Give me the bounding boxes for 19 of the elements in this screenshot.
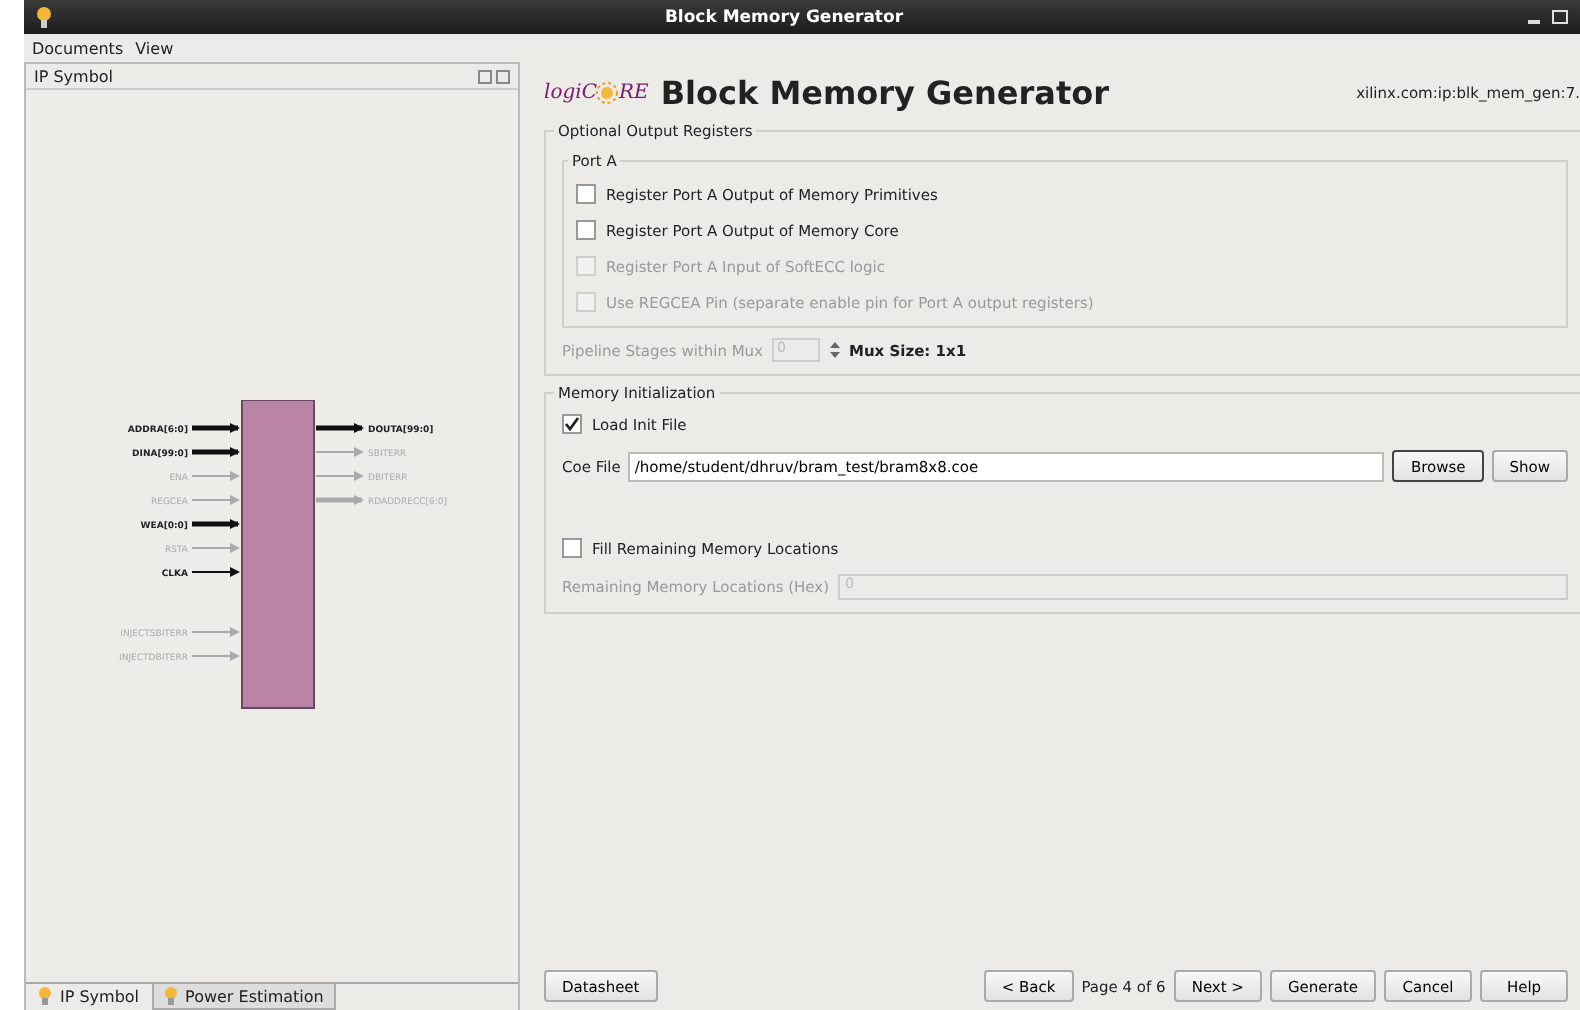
float-button[interactable] xyxy=(478,69,492,83)
minimize-button[interactable] xyxy=(1528,19,1540,23)
bulb-icon xyxy=(163,986,178,1006)
menu-item[interactable]: View xyxy=(135,39,174,57)
spin-arrows-icon xyxy=(827,340,841,360)
window-title: Block Memory Generator xyxy=(662,7,906,27)
page-title: Block Memory Generator xyxy=(660,73,1111,111)
bulb-icon xyxy=(38,986,52,1006)
close-button[interactable] xyxy=(496,69,510,83)
logo: logiC RE xyxy=(544,81,649,103)
menu-item[interactable]: Documents xyxy=(32,39,124,57)
bulb-icon xyxy=(36,5,52,29)
maximize-button[interactable] xyxy=(1552,10,1568,24)
checkbox[interactable] xyxy=(562,538,582,558)
panel-title: IP Symbol xyxy=(34,67,114,85)
checkbox[interactable] xyxy=(576,220,596,240)
checkbox[interactable] xyxy=(576,184,596,204)
checkbox[interactable] xyxy=(562,414,582,434)
panel-tab[interactable]: Power Estimation xyxy=(151,984,336,1010)
